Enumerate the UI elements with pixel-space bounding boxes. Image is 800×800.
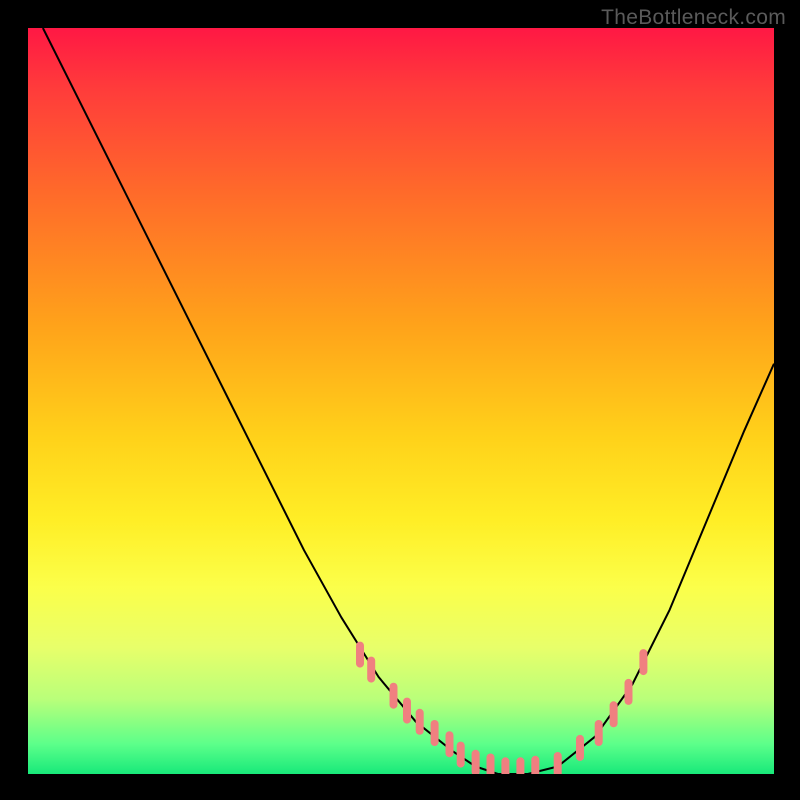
chart-frame: TheBottleneck.com <box>0 0 800 800</box>
chart-svg <box>28 28 774 774</box>
watermark-text: TheBottleneck.com <box>601 6 786 30</box>
curve-line <box>43 28 774 774</box>
chart-plot-area <box>27 27 775 775</box>
